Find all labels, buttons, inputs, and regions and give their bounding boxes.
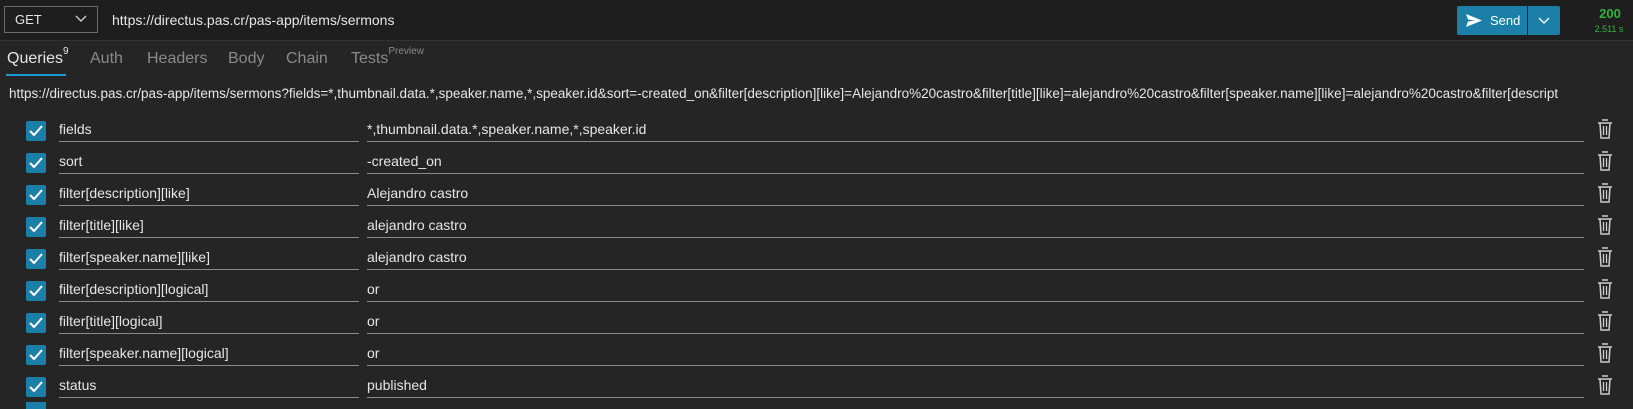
param-value-input[interactable]: alejandro castro	[367, 213, 1584, 238]
param-checkbox[interactable]	[26, 377, 46, 397]
tab-auth[interactable]: Auth	[90, 50, 123, 68]
request-tabs: Queries9 Auth Headers Body Chain TestsPr…	[0, 44, 1633, 78]
checkmark-icon	[29, 349, 43, 361]
param-checkbox[interactable]	[26, 185, 46, 205]
url-input[interactable]: https://directus.pas.cr/pas-app/items/se…	[112, 12, 394, 28]
send-options-button[interactable]	[1528, 6, 1560, 35]
query-param-row: filter[description][logical] or	[0, 274, 1633, 306]
param-key-input[interactable]: sort	[59, 149, 359, 174]
trash-icon[interactable]	[1597, 247, 1613, 267]
checkmark-icon	[29, 285, 43, 297]
checkmark-icon	[29, 189, 43, 201]
param-value-input[interactable]: alejandro castro	[367, 245, 1584, 270]
trash-icon[interactable]	[1597, 215, 1613, 235]
param-key-input[interactable]: fields	[59, 117, 359, 142]
query-params-list: fields *,thumbnail.data.*,speaker.name,*,…	[0, 114, 1633, 402]
query-param-row: fields *,thumbnail.data.*,speaker.name,*,…	[0, 114, 1633, 146]
param-checkbox-partial[interactable]	[26, 402, 46, 409]
param-key-input[interactable]: filter[speaker.name][logical]	[59, 341, 359, 366]
param-value-input[interactable]: *,thumbnail.data.*,speaker.name,*,speake…	[367, 117, 1584, 142]
checkmark-icon	[29, 125, 43, 137]
active-tab-indicator	[6, 74, 66, 76]
param-checkbox[interactable]	[26, 345, 46, 365]
param-key-input[interactable]: status	[59, 373, 359, 398]
param-value-input[interactable]: or	[367, 341, 1584, 366]
param-value-input[interactable]: -created_on	[367, 149, 1584, 174]
param-key-input[interactable]: filter[description][like]	[59, 181, 359, 206]
checkmark-icon	[29, 381, 43, 393]
param-checkbox[interactable]	[26, 217, 46, 237]
chevron-down-icon	[75, 15, 87, 22]
param-value-input[interactable]: or	[367, 277, 1584, 302]
method-label: GET	[15, 12, 42, 27]
tab-tests-label: Tests	[351, 50, 389, 67]
param-checkbox[interactable]	[26, 313, 46, 333]
trash-icon[interactable]	[1597, 183, 1613, 203]
param-key-input[interactable]: filter[speaker.name][like]	[59, 245, 359, 270]
trash-icon[interactable]	[1597, 343, 1613, 363]
method-select[interactable]: GET	[4, 6, 98, 33]
send-label: Send	[1490, 13, 1521, 28]
param-checkbox[interactable]	[26, 121, 46, 141]
tab-chain[interactable]: Chain	[286, 50, 328, 68]
query-param-row: filter[title][like] alejandro castro	[0, 210, 1633, 242]
tab-queries[interactable]: Queries9	[7, 46, 69, 68]
tab-tests[interactable]: TestsPreview	[351, 46, 424, 68]
response-time: 2.511 s	[1594, 24, 1624, 34]
send-button[interactable]: Send	[1457, 6, 1527, 35]
request-bar: GET https://directus.pas.cr/pas-app/item…	[0, 0, 1633, 41]
param-key-input[interactable]: filter[title][like]	[59, 213, 359, 238]
param-key-input[interactable]: filter[title][logical]	[59, 309, 359, 334]
tab-body[interactable]: Body	[228, 50, 264, 68]
checkmark-icon	[29, 253, 43, 265]
checkmark-icon	[29, 157, 43, 169]
query-param-row: filter[speaker.name][like] alejandro cast…	[0, 242, 1633, 274]
trash-icon[interactable]	[1597, 151, 1613, 171]
status-code: 200	[1599, 6, 1621, 21]
query-param-row: filter[speaker.name][logical] or	[0, 338, 1633, 370]
query-param-row: filter[description][like] Alejandro castr…	[0, 178, 1633, 210]
trash-icon[interactable]	[1597, 311, 1613, 331]
full-url-preview[interactable]: https://directus.pas.cr/pas-app/items/se…	[9, 86, 1633, 101]
param-checkbox[interactable]	[26, 153, 46, 173]
preview-badge: Preview	[388, 46, 424, 57]
trash-icon[interactable]	[1597, 375, 1613, 395]
checkmark-icon	[29, 221, 43, 233]
query-param-row: sort -created_on	[0, 146, 1633, 178]
param-checkbox[interactable]	[26, 281, 46, 301]
param-checkbox[interactable]	[26, 249, 46, 269]
param-key-input[interactable]: filter[description][logical]	[59, 277, 359, 302]
tab-headers[interactable]: Headers	[147, 50, 207, 68]
trash-icon[interactable]	[1597, 119, 1613, 139]
query-param-row: filter[title][logical] or	[0, 306, 1633, 338]
param-value-input[interactable]: Alejandro castro	[367, 181, 1584, 206]
query-param-row: status published	[0, 370, 1633, 402]
queries-count-badge: 9	[63, 46, 69, 57]
param-value-input[interactable]: published	[367, 373, 1584, 398]
chevron-down-icon	[1538, 17, 1550, 24]
param-value-input[interactable]: or	[367, 309, 1584, 334]
trash-icon[interactable]	[1597, 279, 1613, 299]
checkmark-icon	[29, 317, 43, 329]
send-icon	[1466, 14, 1482, 27]
tab-queries-label: Queries	[7, 50, 64, 67]
